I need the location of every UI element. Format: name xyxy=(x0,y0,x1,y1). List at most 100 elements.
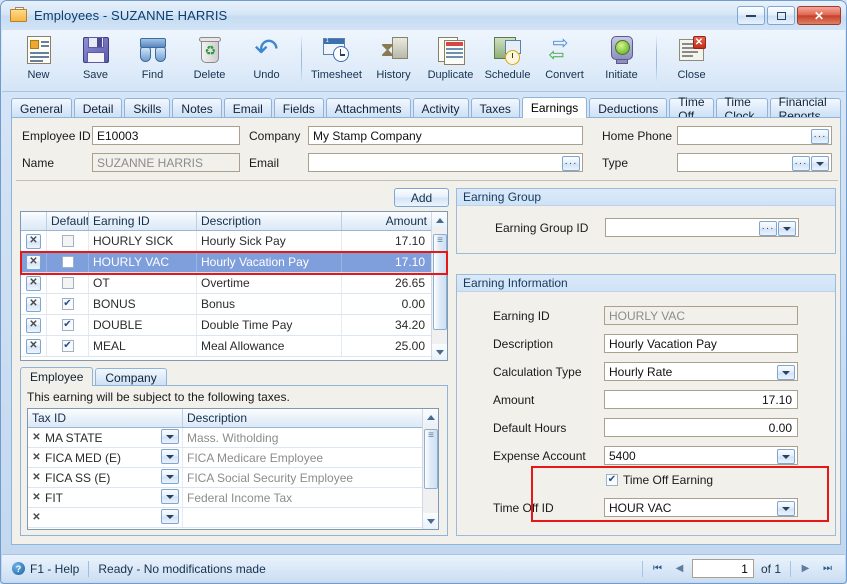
column-header-description[interactable]: Description xyxy=(197,212,342,230)
table-row[interactable]: ✕ MEAL Meal Allowance 25.00 xyxy=(21,336,447,357)
earnings-grid-scrollbar[interactable] xyxy=(431,212,447,360)
time-off-id-field[interactable]: HOUR VAC xyxy=(604,498,798,517)
toolbar-convert-button[interactable]: ⇨ ⇦ Convert xyxy=(536,30,593,90)
scroll-down-arrow[interactable] xyxy=(432,344,447,360)
calculation-type-field[interactable]: Hourly Rate xyxy=(604,362,798,381)
column-header-tax-id[interactable]: Tax ID xyxy=(28,409,183,427)
type-lookup-button[interactable]: ··· xyxy=(792,156,810,171)
tax-id-dropdown-button[interactable] xyxy=(161,449,179,464)
tax-id-cell[interactable]: ✕ FIT xyxy=(28,488,183,507)
home-phone-lookup-button[interactable]: ··· xyxy=(811,129,829,144)
tab-email[interactable]: Email xyxy=(223,98,272,118)
previous-record-button[interactable]: ◀ xyxy=(670,559,689,578)
toolbar-schedule-button[interactable]: Schedule xyxy=(479,30,536,90)
table-row[interactable]: ✕ xyxy=(28,508,438,528)
calculation-type-dropdown-button[interactable] xyxy=(777,365,795,380)
column-header-earning-id[interactable]: Earning ID xyxy=(89,212,197,230)
email-field[interactable]: ··· xyxy=(308,153,583,172)
tax-id-cell[interactable]: ✕ FICA SS (E) xyxy=(28,468,183,487)
tab-taxes[interactable]: Taxes xyxy=(470,98,520,118)
default-hours-field[interactable]: 0.00 xyxy=(604,418,798,437)
expense-account-field[interactable]: 5400 xyxy=(604,446,798,465)
delete-row-button[interactable]: ✕ xyxy=(30,490,43,505)
first-record-button[interactable]: ⏮ xyxy=(648,559,667,578)
toolbar-duplicate-button[interactable]: Duplicate xyxy=(422,30,479,90)
toolbar-timesheet-button[interactable]: 1 Timesheet xyxy=(308,30,365,90)
tab-time-clock[interactable]: Time Clock xyxy=(715,95,768,123)
earning-group-dropdown-button[interactable] xyxy=(778,221,796,236)
toolbar-find-button[interactable]: Find xyxy=(124,30,181,90)
close-button[interactable]: ✕ xyxy=(797,6,841,25)
scrollbar-thumb[interactable] xyxy=(424,429,438,489)
tax-id-cell[interactable]: ✕ xyxy=(28,508,183,527)
default-checkbox[interactable] xyxy=(61,235,74,247)
delete-row-button[interactable]: ✕ xyxy=(26,296,41,312)
toolbar-delete-button[interactable]: ♻ Delete xyxy=(181,30,238,90)
tab-attachments[interactable]: Attachments xyxy=(325,98,411,118)
table-row[interactable]: ✕ BONUS Bonus 0.00 xyxy=(21,294,447,315)
earning-description-field[interactable]: Hourly Vacation Pay xyxy=(604,334,798,353)
delete-row-button[interactable]: ✕ xyxy=(30,510,43,525)
toolbar-undo-button[interactable]: ↶ Undo xyxy=(238,30,295,90)
tab-detail[interactable]: Detail xyxy=(73,98,123,118)
tab-skills[interactable]: Skills xyxy=(124,98,171,118)
table-row[interactable]: ✕ FICA MED (E) FICA Medicare Employee xyxy=(28,448,438,468)
next-record-button[interactable]: ▶ xyxy=(796,559,815,578)
tab-earnings[interactable]: Earnings xyxy=(521,97,588,118)
earning-amount-field[interactable]: 17.10 xyxy=(604,390,798,409)
employee-id-field[interactable]: E10003 xyxy=(92,126,240,145)
expense-account-dropdown-button[interactable] xyxy=(777,449,795,464)
delete-row-button[interactable]: ✕ xyxy=(30,450,43,465)
type-dropdown-button[interactable] xyxy=(811,156,829,171)
scroll-up-arrow[interactable] xyxy=(423,409,438,425)
column-header-action[interactable] xyxy=(21,212,47,230)
tax-id-dropdown-button[interactable] xyxy=(161,509,179,524)
table-row[interactable]: ✕ DOUBLE Double Time Pay 34.20 xyxy=(21,315,447,336)
tab-company[interactable]: Company xyxy=(95,368,167,386)
earning-group-id-field[interactable]: ··· xyxy=(605,218,799,237)
add-earning-button[interactable]: Add xyxy=(394,188,449,207)
scrollbar-thumb[interactable] xyxy=(433,234,447,330)
toolbar-history-button[interactable]: ⧗ History xyxy=(365,30,422,90)
help-label[interactable]: F1 - Help xyxy=(30,562,79,576)
email-lookup-button[interactable]: ··· xyxy=(562,156,580,171)
company-field[interactable]: My Stamp Company xyxy=(308,126,583,145)
table-row[interactable]: ✕ HOURLY VAC Hourly Vacation Pay 17.10 xyxy=(21,252,447,273)
delete-row-button[interactable]: ✕ xyxy=(26,275,41,291)
toolbar-new-button[interactable]: New xyxy=(10,30,67,90)
tab-deductions[interactable]: Deductions xyxy=(589,98,668,118)
column-header-tax-description[interactable]: Description xyxy=(183,409,424,427)
toolbar-save-button[interactable]: Save xyxy=(67,30,124,90)
toolbar-close-button[interactable]: ✕ Close xyxy=(663,30,720,90)
tax-id-cell[interactable]: ✕ MA STATE xyxy=(28,428,183,447)
tax-id-dropdown-button[interactable] xyxy=(161,469,179,484)
default-checkbox[interactable] xyxy=(61,319,74,331)
default-checkbox[interactable] xyxy=(61,256,74,268)
help-icon[interactable]: ? xyxy=(12,562,25,575)
tax-id-dropdown-button[interactable] xyxy=(161,429,179,444)
home-phone-field[interactable]: ··· xyxy=(677,126,832,145)
column-header-amount[interactable]: Amount xyxy=(342,212,432,230)
table-row[interactable]: ✕ MA STATE Mass. Witholding xyxy=(28,428,438,448)
delete-row-button[interactable]: ✕ xyxy=(26,317,41,333)
tab-time-off[interactable]: Time Off xyxy=(669,95,714,123)
record-number-input[interactable]: 1 xyxy=(691,559,754,578)
restore-button[interactable] xyxy=(767,6,795,25)
delete-row-button[interactable]: ✕ xyxy=(30,470,43,485)
tab-notes[interactable]: Notes xyxy=(172,98,222,118)
delete-row-button[interactable]: ✕ xyxy=(26,338,41,354)
default-checkbox[interactable] xyxy=(61,340,74,352)
tab-employee[interactable]: Employee xyxy=(20,367,94,386)
last-record-button[interactable]: ⏭ xyxy=(818,559,837,578)
table-row[interactable]: ✕ FIT Federal Income Tax xyxy=(28,488,438,508)
type-field[interactable]: ··· xyxy=(677,153,832,172)
table-row[interactable]: ✕ OT Overtime 26.65 xyxy=(21,273,447,294)
column-header-default[interactable]: Default xyxy=(47,212,89,230)
minimize-button[interactable] xyxy=(737,6,765,25)
tax-grid-scrollbar[interactable] xyxy=(422,409,438,529)
delete-row-button[interactable]: ✕ xyxy=(30,430,43,445)
scroll-up-arrow[interactable] xyxy=(432,212,447,228)
table-row[interactable]: ✕ FICA SS (E) FICA Social Security Emplo… xyxy=(28,468,438,488)
time-off-id-dropdown-button[interactable] xyxy=(777,501,795,516)
tax-id-cell[interactable]: ✕ FICA MED (E) xyxy=(28,448,183,467)
